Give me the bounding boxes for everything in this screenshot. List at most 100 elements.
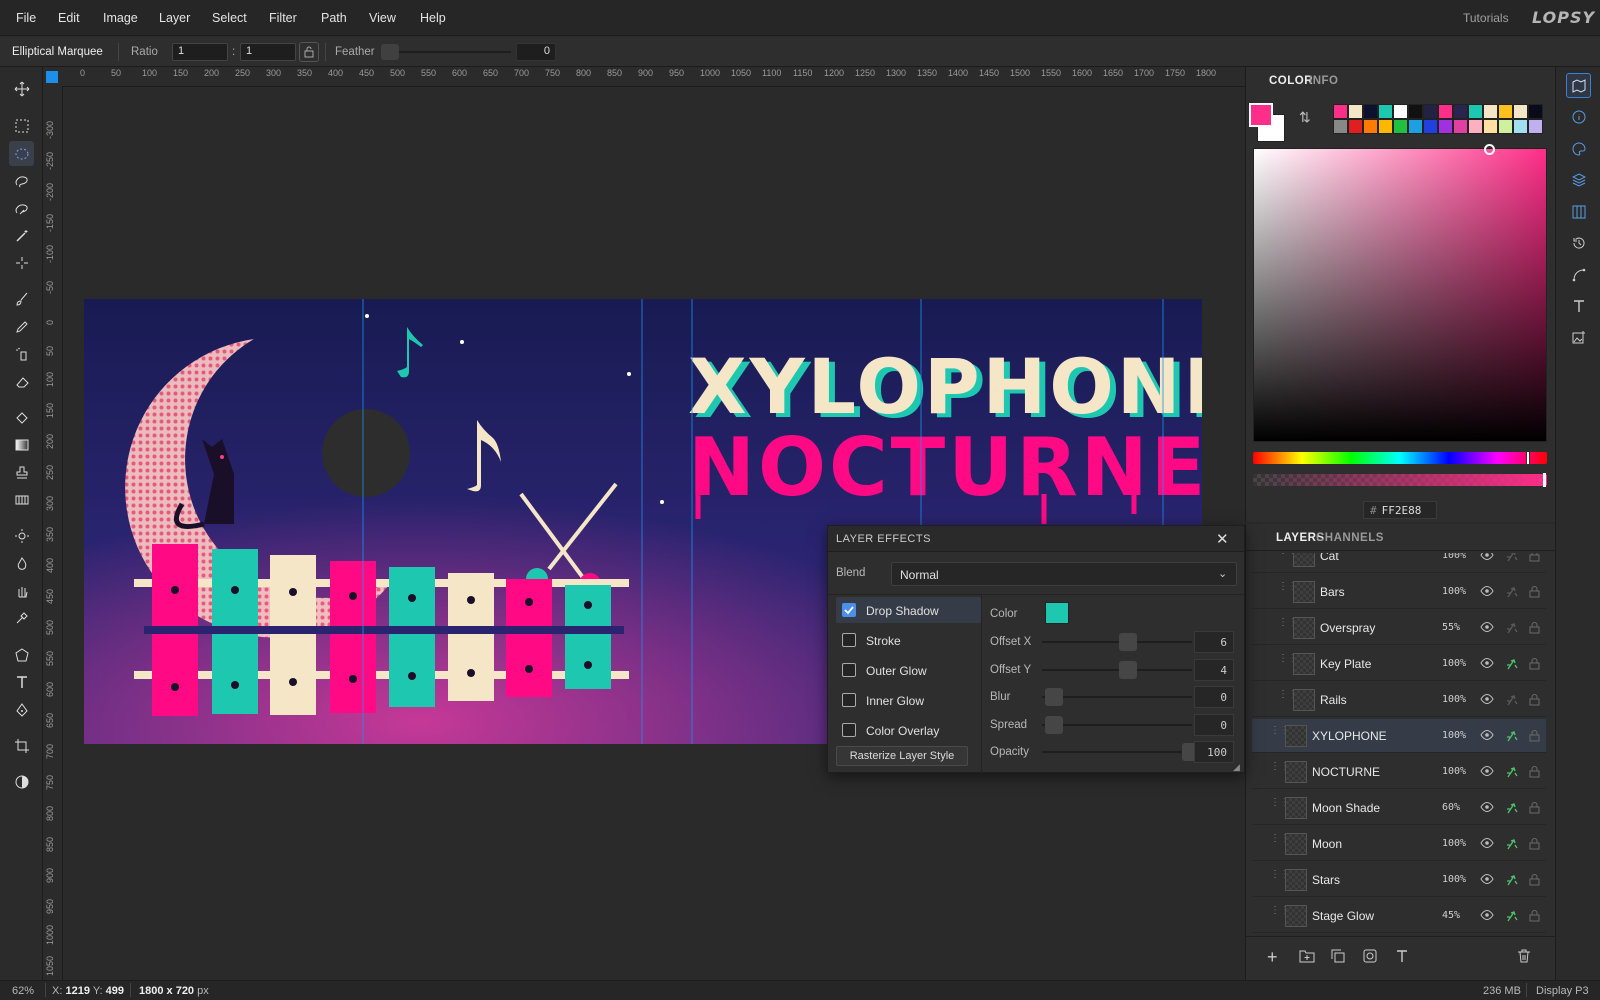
color-swatch[interactable] (1438, 119, 1453, 134)
menu-image[interactable]: Image (103, 11, 138, 25)
visibility-eye-icon[interactable] (1480, 657, 1494, 672)
param-value-input[interactable]: 0 (1194, 713, 1234, 736)
color-swatch[interactable] (1468, 119, 1483, 134)
effect-item[interactable]: Drop Shadow (836, 597, 981, 623)
layer-name[interactable]: NOCTURNE (1312, 765, 1380, 779)
saturation-value-picker[interactable] (1253, 144, 1547, 442)
pencil-icon[interactable] (9, 314, 34, 339)
color-swatch[interactable] (1393, 119, 1408, 134)
lock-icon[interactable] (1529, 765, 1540, 781)
eyedropper-icon[interactable] (9, 605, 34, 630)
magnetic-lasso-icon[interactable] (9, 196, 34, 221)
drag-handle-icon[interactable]: ⋮⋮ (1278, 582, 1298, 598)
visibility-eye-icon[interactable] (1480, 693, 1494, 708)
drag-handle-icon[interactable]: ⋮⋮ (1270, 726, 1290, 742)
blend-mode-select[interactable]: Normal ⌄ (891, 562, 1237, 586)
tab-color[interactable]: COLOR (1269, 75, 1313, 87)
color-swatch[interactable] (1483, 104, 1498, 119)
info-icon[interactable] (1566, 104, 1591, 129)
lock-icon[interactable] (1529, 693, 1540, 709)
color-swatch[interactable] (1408, 104, 1423, 119)
layer-name[interactable]: Overspray (1320, 621, 1375, 635)
alpha-slider-thumb[interactable] (1543, 473, 1546, 487)
color-swatch[interactable] (1453, 119, 1468, 134)
close-icon[interactable]: ✕ (1216, 530, 1229, 548)
color-swatch[interactable] (1393, 104, 1408, 119)
param-slider-thumb[interactable] (1045, 715, 1063, 734)
color-swatch[interactable] (1363, 119, 1378, 134)
mask-icon[interactable] (1363, 949, 1377, 966)
visibility-eye-icon[interactable] (1480, 873, 1494, 888)
menu-select[interactable]: Select (212, 11, 247, 25)
color-swatch[interactable] (1423, 119, 1438, 134)
drag-handle-icon[interactable]: ⋮⋮ (1270, 870, 1290, 886)
visibility-eye-icon[interactable] (1480, 765, 1494, 780)
layer-row[interactable]: ⋮⋮ Cat 100% (1252, 553, 1546, 573)
color-swatch[interactable] (1363, 104, 1378, 119)
param-slider-track[interactable] (1042, 641, 1192, 643)
menu-file[interactable]: File (16, 11, 36, 25)
image-add-icon[interactable] (1566, 324, 1591, 349)
alpha-slider[interactable] (1253, 473, 1547, 487)
ruler-origin-icon[interactable] (46, 71, 58, 83)
color-swatch[interactable] (1333, 119, 1348, 134)
layer-row[interactable]: ⋮⋮ Stage Glow 45% (1252, 899, 1546, 933)
hand-icon[interactable] (9, 578, 34, 603)
lock-icon[interactable] (1529, 553, 1540, 565)
rect-marquee-icon[interactable] (9, 113, 34, 138)
burn-icon[interactable] (9, 551, 34, 576)
param-slider-thumb[interactable] (1119, 660, 1137, 679)
layers-icon[interactable] (1566, 167, 1591, 192)
layer-row[interactable]: ⋮⋮ Rails 100% (1252, 683, 1546, 717)
layer-row[interactable]: ⋮⋮ Moon Shade 60% (1252, 791, 1546, 825)
layer-name[interactable]: Stage Glow (1312, 909, 1374, 923)
color-swatch[interactable] (1408, 119, 1423, 134)
color-swatch[interactable] (1468, 104, 1483, 119)
menu-view[interactable]: View (369, 11, 396, 25)
paths-icon[interactable] (1566, 262, 1591, 287)
param-slider-track[interactable] (1042, 696, 1192, 698)
effects-fx-icon[interactable] (1505, 909, 1519, 925)
add-layer-icon[interactable]: + (1267, 947, 1278, 968)
param-slider-thumb[interactable] (1119, 633, 1137, 651)
gradient-icon[interactable] (9, 432, 34, 457)
menu-layer[interactable]: Layer (159, 11, 190, 25)
drag-handle-icon[interactable]: ⋮⋮ (1278, 618, 1298, 634)
shadow-color-swatch[interactable] (1045, 602, 1069, 624)
effects-fx-icon[interactable] (1505, 837, 1519, 853)
layer-name[interactable]: Bars (1320, 585, 1345, 599)
visibility-eye-icon[interactable] (1480, 585, 1494, 600)
lock-icon[interactable] (1529, 801, 1540, 817)
lock-icon[interactable] (1529, 657, 1540, 673)
visibility-eye-icon[interactable] (1480, 729, 1494, 744)
menu-path[interactable]: Path (321, 11, 347, 25)
resize-grip-icon[interactable]: ◢ (1233, 762, 1240, 773)
layer-name[interactable]: XYLOPHONE (1312, 729, 1387, 743)
color-swatch[interactable] (1528, 104, 1543, 119)
effects-fx-icon[interactable] (1505, 765, 1519, 781)
elliptical-marquee-icon[interactable] (9, 141, 34, 166)
navigator-icon[interactable] (1566, 73, 1591, 98)
visibility-eye-icon[interactable] (1480, 553, 1494, 564)
color-swatch[interactable] (1498, 119, 1513, 134)
color-swatch[interactable] (1498, 104, 1513, 119)
dialog-titlebar[interactable]: LAYER EFFECTS ✕ (828, 526, 1244, 552)
effects-fx-icon[interactable] (1505, 553, 1519, 565)
param-slider-thumb[interactable] (1045, 688, 1063, 706)
param-slider-track[interactable] (1042, 751, 1192, 753)
tab-info[interactable]: INFO (1309, 75, 1338, 87)
drag-handle-icon[interactable]: ⋮⋮ (1270, 762, 1290, 778)
layer-row[interactable]: ⋮⋮ NOCTURNE 100% (1252, 755, 1546, 789)
shape-icon[interactable] (9, 642, 34, 667)
color-swatch[interactable] (1333, 104, 1348, 119)
color-swatch[interactable] (1378, 119, 1393, 134)
lock-icon[interactable] (1529, 873, 1540, 889)
color-swatch[interactable] (1483, 119, 1498, 134)
drag-handle-icon[interactable]: ⋮⋮ (1278, 654, 1298, 670)
effects-fx-icon[interactable] (1505, 873, 1519, 889)
param-value-input[interactable]: 4 (1194, 658, 1234, 681)
new-group-icon[interactable] (1299, 949, 1315, 966)
visibility-eye-icon[interactable] (1480, 837, 1494, 852)
character-icon[interactable] (1566, 293, 1591, 318)
param-value-input[interactable]: 0 (1194, 686, 1234, 708)
